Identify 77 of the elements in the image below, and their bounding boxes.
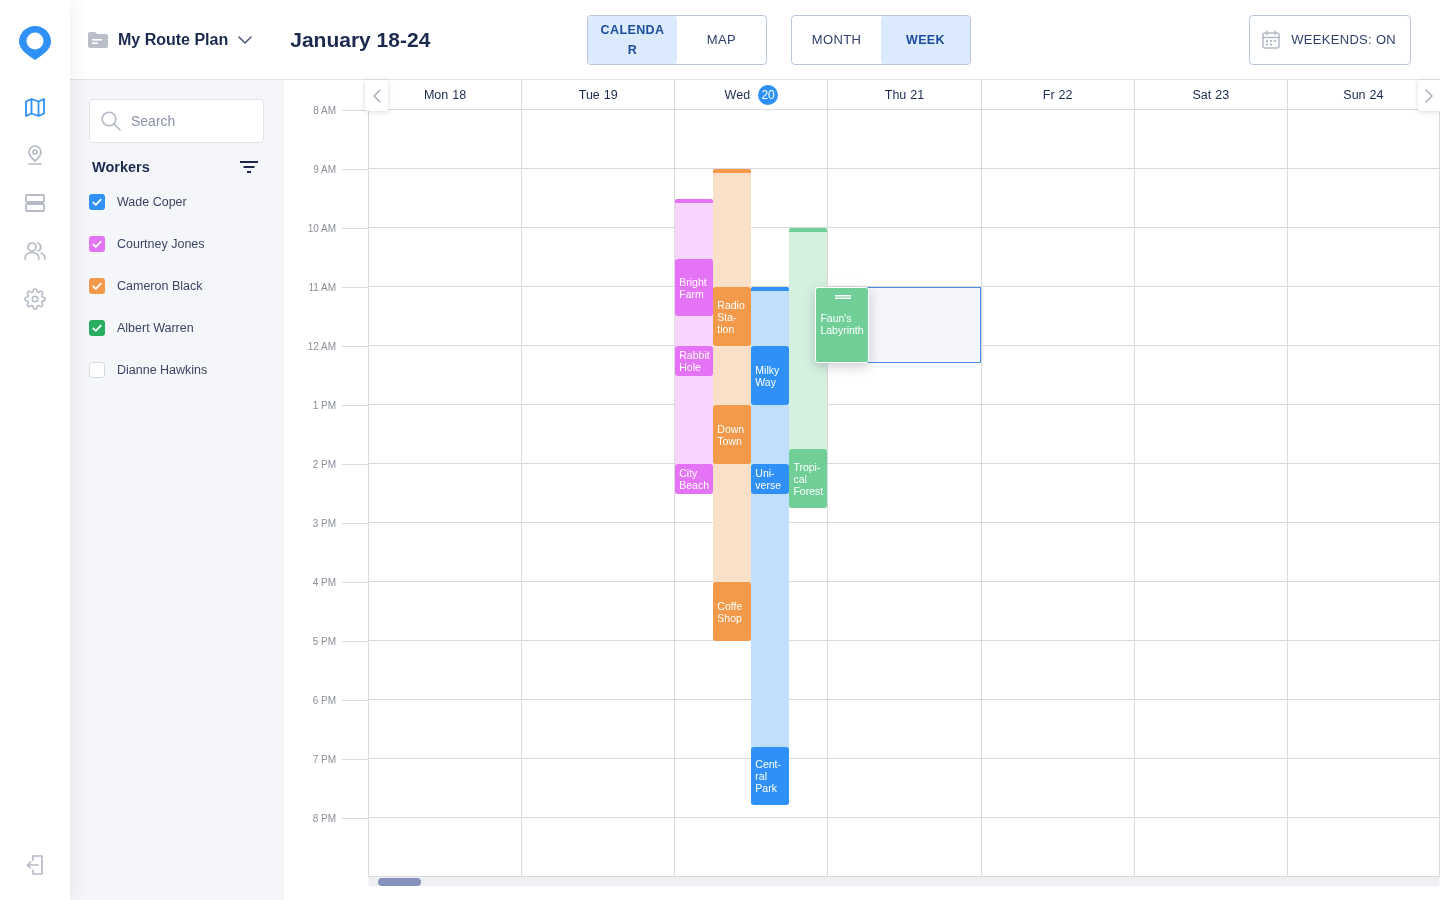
section-title: Workers (91, 159, 150, 175)
checkbox[interactable] (89, 236, 105, 252)
day-date: 23 (1215, 87, 1230, 102)
location-pin-icon[interactable] (27, 145, 43, 165)
logout-icon[interactable] (26, 855, 44, 875)
time-label: 4 PM (311, 576, 336, 588)
search-icon (101, 111, 121, 131)
checkbox[interactable] (89, 194, 105, 210)
route-stop[interactable]: Cent-ral Park (751, 747, 790, 806)
time-label: 7 PM (311, 753, 336, 765)
time-label: 11 AM (307, 281, 336, 293)
route-stop[interactable]: Uni-verse (751, 464, 790, 494)
day-date: 19 (603, 87, 618, 102)
date-range-title: January 18-24 (290, 27, 431, 52)
calendar-icon (1262, 30, 1281, 49)
next-week-button[interactable] (1418, 80, 1440, 111)
checkbox[interactable] (89, 362, 105, 378)
route-stop[interactable]: Milky Way (751, 346, 790, 405)
worker-name: Wade Coper (117, 195, 187, 209)
previous-week-button[interactable] (365, 80, 388, 111)
time-label: 2 PM (311, 458, 336, 470)
time-label: 8 PM (311, 812, 336, 824)
pin-logo-icon (19, 26, 51, 60)
day-date: 21 (910, 87, 925, 102)
day-name: Sat (1192, 87, 1212, 102)
route-stop[interactable]: Bright Farm (675, 259, 714, 317)
time-label: 8 AM (312, 104, 336, 116)
today-date-badge: 20 (758, 84, 779, 105)
time-label: 9 AM (312, 163, 336, 175)
worker-name: Dianne Hawkins (117, 363, 208, 377)
range-tab[interactable]: WEEK (881, 15, 970, 64)
route-stop[interactable]: Tropi-cal Forest (789, 449, 828, 509)
map-icon[interactable] (25, 97, 45, 117)
dragged-stop-card[interactable]: Faun's Labyrinth (815, 287, 870, 363)
folder-icon (88, 31, 108, 48)
search-field[interactable]: Search (89, 99, 264, 143)
range-tab[interactable]: MONTH (792, 15, 881, 64)
weekends-toggle-button[interactable]: WEEKENDS: ON (1249, 14, 1411, 65)
stacked-rows-icon[interactable] (25, 194, 45, 212)
caret-icon (238, 35, 253, 44)
time-label: 12 AM (306, 340, 336, 352)
day-name: Tue (578, 87, 600, 102)
time-label: 6 PM (311, 694, 336, 706)
route-stop[interactable]: Down Town (713, 405, 752, 464)
settings-icon[interactable] (24, 288, 46, 310)
time-label: 3 PM (311, 517, 336, 529)
time-label: 5 PM (311, 635, 336, 647)
route-stop[interactable]: Rabbit Hole (675, 346, 714, 376)
day-date: 24 (1369, 87, 1384, 102)
horizontal-scrollbar[interactable] (368, 877, 1440, 886)
day-name: Thu (884, 87, 907, 102)
route-stop[interactable]: Coffe Shop (713, 582, 752, 641)
worker-name: Albert Warren (117, 321, 194, 335)
day-date: 18 (452, 87, 467, 102)
users-icon[interactable] (24, 242, 46, 260)
worker-name: Cameron Black (117, 279, 203, 293)
plan-dropdown[interactable]: My Route Plan (88, 30, 253, 49)
filter-icon[interactable] (240, 161, 258, 173)
day-name: Mon (423, 87, 449, 102)
route-stop[interactable]: City Beach (675, 464, 714, 494)
scrollbar-thumb[interactable] (378, 877, 421, 886)
checkbox[interactable] (89, 320, 105, 336)
drag-handle-icon[interactable] (834, 295, 851, 299)
day-date: 22 (1058, 87, 1073, 102)
day-name: Sun (1343, 87, 1366, 102)
time-label: 10 AM (306, 222, 336, 234)
view-tab[interactable]: CALENDAR (588, 15, 677, 64)
day-name: Wed (724, 87, 751, 102)
chevron-left-icon (372, 88, 381, 103)
view-tab[interactable]: MAP (677, 15, 766, 64)
chevron-right-icon (1425, 88, 1433, 103)
checkbox[interactable] (89, 278, 105, 294)
route-stop[interactable]: Radio Sta-tion (713, 287, 752, 346)
worker-name: Courtney Jones (117, 237, 205, 251)
day-name: Fr (1042, 87, 1055, 102)
stop-label: Faun's Labyrinth (820, 312, 865, 336)
time-label: 1 PM (311, 399, 336, 411)
